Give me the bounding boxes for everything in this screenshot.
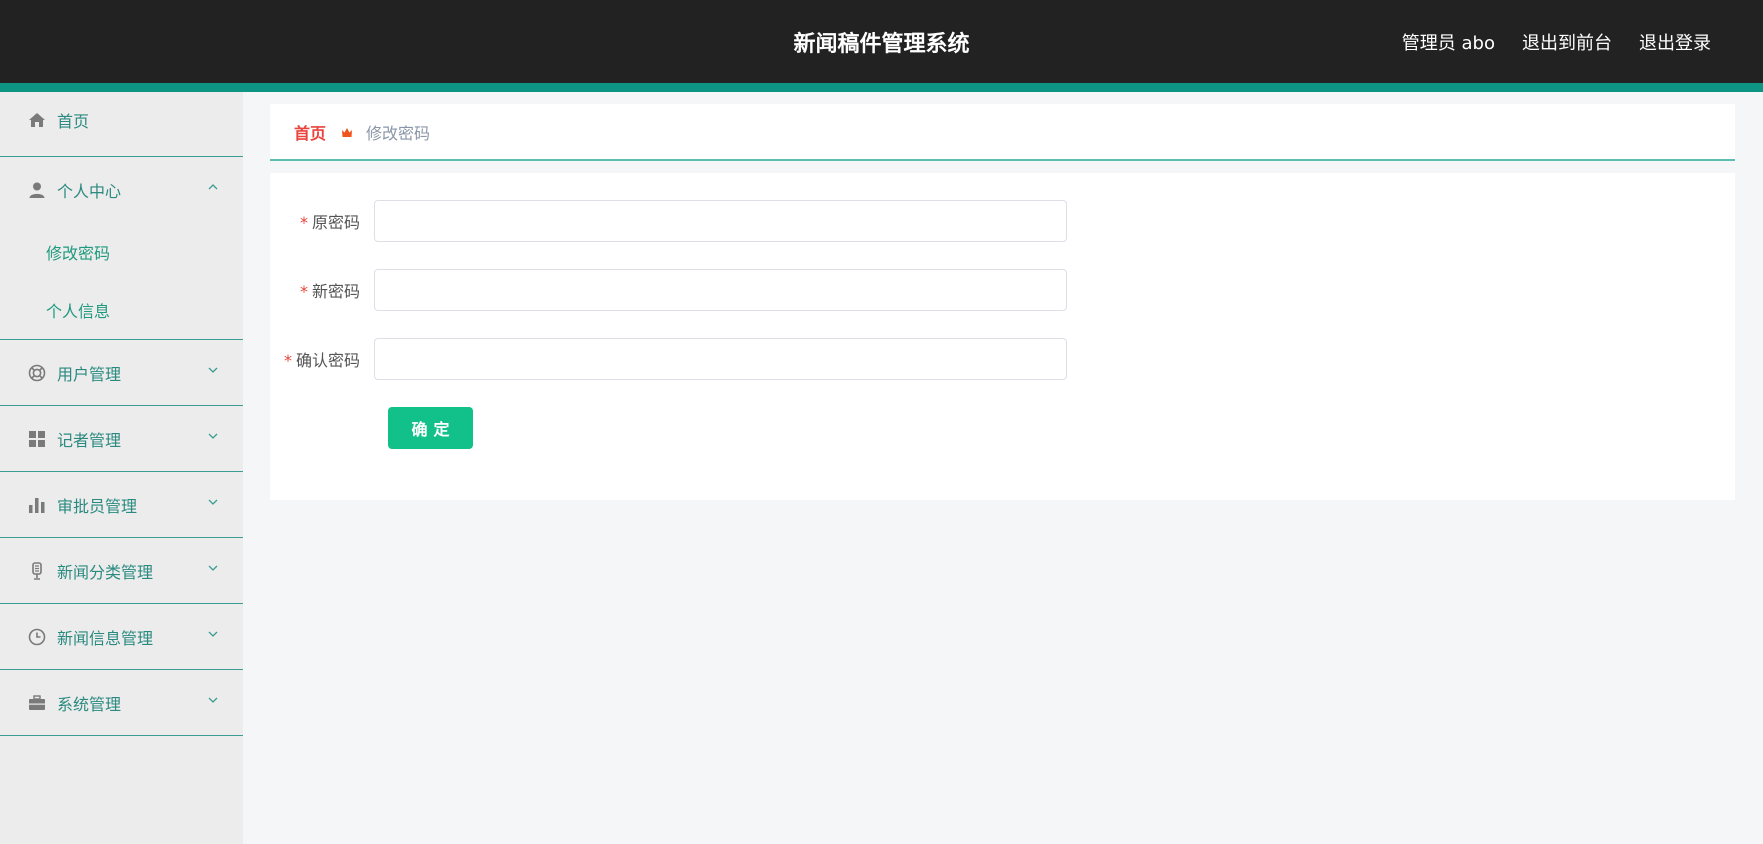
confirm-button[interactable]: 确定 [388,407,473,449]
required-mark: * [299,213,308,232]
old-password-label: * 原密码 [270,209,374,233]
new-password-input[interactable] [374,269,1067,311]
change-password-form: * 原密码 * 新密码 * 确认密码 确定 [270,173,1735,500]
microphone-icon [28,561,46,580]
breadcrumb-current: 修改密码 [366,123,431,143]
chevron-down-icon [208,631,218,637]
breadcrumb-home-link[interactable]: 首页 [294,120,326,144]
sidebar-item-label: 个人中心 [57,182,122,201]
required-mark: * [299,282,308,301]
current-user-label: 管理员 abo [1401,33,1495,54]
sidebar-item-personal-center[interactable]: 个人中心 [0,157,243,223]
briefcase-icon [28,694,46,712]
grid-icon [28,430,46,448]
sidebar-item-label: 用户管理 [57,364,122,384]
chevron-down-icon [208,433,218,439]
chevron-down-icon [208,499,218,505]
sidebar-subitem-personal-info[interactable]: 个人信息 [0,281,243,339]
home-icon [28,111,46,129]
sidebar-item-label: 新闻信息管理 [57,628,154,648]
exit-to-frontend-link[interactable]: 退出到前台 [1522,29,1612,55]
sidebar: 首页 个人中心 修改密码 个人信息 用户管理 记者管理 审批员管理 新闻分类管理… [0,92,243,844]
clock-icon [28,628,46,646]
sidebar-item-label: 首页 [57,112,90,131]
sidebar-item-approver-management[interactable]: 审批员管理 [0,472,243,538]
new-password-label: * 新密码 [270,278,374,302]
sidebar-item-label: 新闻分类管理 [57,562,154,582]
sidebar-item-label: 审批员管理 [57,496,138,516]
field-label-text: 确认密码 [295,351,360,370]
top-actions: 管理员 abo 退出到前台 退出登录 [1402,0,1711,84]
field-label-text: 新密码 [311,282,360,301]
logout-link[interactable]: 退出登录 [1639,29,1711,55]
form-row-new-password: * 新密码 [270,269,1370,311]
bar-chart-icon [28,496,46,514]
chevron-up-icon [208,184,218,190]
sidebar-subitem-change-password[interactable]: 修改密码 [0,223,243,281]
sidebar-item-news-category-management[interactable]: 新闻分类管理 [0,538,243,604]
sidebar-item-news-info-management[interactable]: 新闻信息管理 [0,604,243,670]
old-password-input[interactable] [374,200,1067,242]
field-label-text: 原密码 [311,213,360,232]
sidebar-group-personal-center: 个人中心 修改密码 个人信息 [0,157,243,340]
user-icon [28,181,46,199]
sidebar-item-system-management[interactable]: 系统管理 [0,670,243,736]
confirm-password-label: * 确认密码 [270,347,374,371]
confirm-password-input[interactable] [374,338,1067,380]
lifebuoy-icon [28,364,46,382]
sidebar-item-user-management[interactable]: 用户管理 [0,340,243,406]
chevron-down-icon [208,697,218,703]
sidebar-item-reporter-management[interactable]: 记者管理 [0,406,243,472]
chevron-down-icon [208,367,218,373]
breadcrumb: 首页 修改密码 [270,104,1735,161]
sidebar-item-home[interactable]: 首页 [0,92,243,157]
form-row-old-password: * 原密码 [270,200,1370,242]
crown-separator-icon [342,127,353,137]
sidebar-item-label: 系统管理 [57,694,122,714]
chevron-down-icon [208,565,218,571]
top-bar-accent-line [0,83,1763,92]
sidebar-item-label: 记者管理 [57,430,122,450]
form-row-confirm-password: * 确认密码 [270,338,1370,380]
required-mark: * [283,351,292,370]
